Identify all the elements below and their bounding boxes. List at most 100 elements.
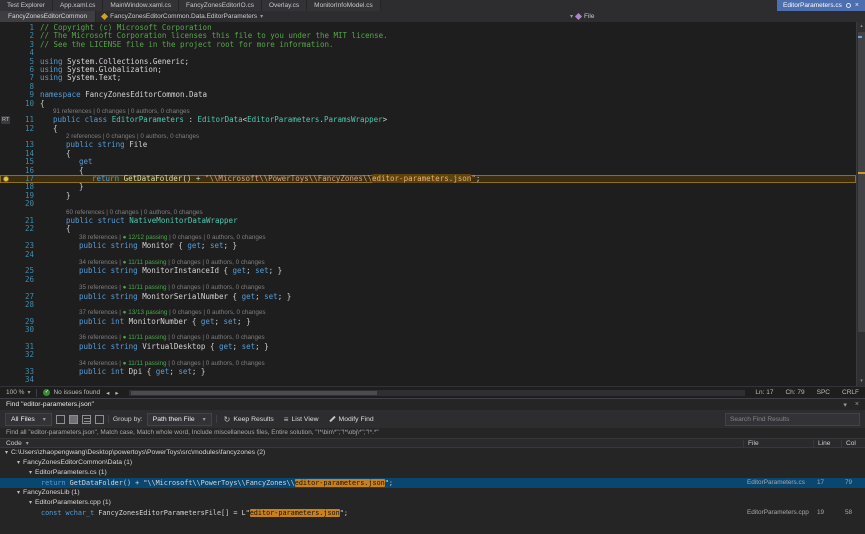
expander-icon[interactable]: ▾ (5, 448, 8, 458)
code-line[interactable]: 7using System.Text; (0, 74, 856, 82)
code-line[interactable]: 9namespace FancyZonesEditorCommon.Data (0, 91, 856, 99)
find-result-row[interactable]: const wchar_t FancyZonesEditorParameters… (0, 508, 865, 518)
member-dropdown[interactable]: ▾ File (570, 11, 595, 22)
type-dropdown[interactable]: FancyZonesEditorCommon.Data.EditorParame… (96, 11, 269, 22)
group-by-dropdown[interactable]: Path then File ▾ (147, 413, 212, 426)
scope-dropdown[interactable]: All Files ▾ (5, 413, 52, 426)
keep-results-button[interactable]: ↻ Keep Results (221, 413, 277, 426)
pin-icon[interactable] (846, 3, 851, 8)
glyph-margin[interactable] (0, 66, 14, 74)
code-line[interactable]: 14{ (0, 150, 856, 158)
glyph-margin[interactable] (0, 276, 14, 284)
glyph-margin[interactable] (0, 158, 14, 166)
editor-tab[interactable]: Overlay.cs (262, 0, 307, 11)
zoom-selector[interactable]: 100 % ▾ (6, 389, 30, 396)
find-tree-node[interactable]: ▾EditorParameters.cpp (1) (0, 498, 865, 508)
glyph-margin[interactable]: RT (0, 116, 14, 124)
nav-back-icon[interactable]: ◂ (106, 389, 109, 397)
chevron-down-icon[interactable]: ▾ (843, 401, 847, 409)
code-line[interactable]: 33public int Dpi { get; set; } (0, 368, 856, 376)
glyph-margin[interactable] (0, 301, 14, 309)
glyph-margin[interactable] (0, 133, 14, 141)
code-line[interactable]: 25public string MonitorInstanceId { get;… (0, 267, 856, 275)
editor-tab[interactable]: App.xaml.cs (53, 0, 103, 11)
glyph-margin[interactable] (0, 32, 14, 40)
spaces-indicator[interactable]: SPC (817, 389, 830, 396)
code-line[interactable]: 32 (0, 351, 856, 359)
find-result-row[interactable]: return GetDataFolder() + "\\Microsoft\\P… (0, 478, 865, 488)
code-line[interactable]: 28 (0, 301, 856, 309)
glyph-margin[interactable] (0, 242, 14, 250)
glyph-margin[interactable] (0, 74, 14, 82)
code-line[interactable]: 18} (0, 183, 856, 191)
editor-tab[interactable]: MainWindow.xaml.cs (103, 0, 179, 11)
code-line[interactable]: 17return GetDataFolder() + "\\Microsoft\… (0, 175, 856, 183)
scrollbar-thumb[interactable] (858, 32, 865, 332)
search-find-results-box[interactable] (725, 413, 860, 426)
expander-icon[interactable]: ▾ (29, 498, 32, 508)
glyph-margin[interactable] (0, 251, 14, 259)
code-line[interactable]: 23public string Monitor { get; set; } (0, 242, 856, 250)
glyph-margin[interactable] (0, 192, 14, 200)
glyph-margin[interactable] (0, 91, 14, 99)
code-line[interactable]: 10{ (0, 100, 856, 108)
glyph-margin[interactable] (0, 200, 14, 208)
glyph-margin[interactable] (0, 293, 14, 301)
column-code[interactable]: Code ▾ (0, 440, 743, 447)
code-line[interactable]: 26 (0, 276, 856, 284)
lightbulb-icon[interactable] (3, 176, 9, 182)
code-line[interactable]: 15get (0, 158, 856, 166)
glyph-margin[interactable] (0, 100, 14, 108)
find-tree-node[interactable]: ▾C:\Users\zhaopengwang\Desktop\powertoys… (0, 448, 865, 458)
glyph-margin[interactable] (0, 225, 14, 233)
glyph-margin[interactable] (0, 259, 14, 267)
glyph-margin[interactable] (0, 343, 14, 351)
glyph-margin[interactable] (0, 167, 14, 175)
glyph-margin[interactable] (0, 284, 14, 292)
expander-icon[interactable]: ▾ (17, 458, 20, 468)
code-line[interactable]: 12{ (0, 125, 856, 133)
find-tree-node[interactable]: ▾FancyZonesLib (1) (0, 488, 865, 498)
expander-icon[interactable]: ▾ (17, 488, 20, 498)
glyph-margin[interactable] (0, 125, 14, 133)
eol-indicator[interactable]: CRLF (842, 389, 859, 396)
glyph-margin[interactable] (0, 41, 14, 49)
scrollbar-up-icon[interactable]: ▴ (857, 22, 865, 31)
modify-find-button[interactable]: Modify Find (326, 413, 377, 426)
glyph-margin[interactable] (0, 49, 14, 57)
close-icon[interactable]: × (855, 0, 859, 11)
glyph-margin[interactable] (0, 234, 14, 242)
scrollbar-thumb[interactable] (131, 391, 378, 395)
clear-results-icon[interactable] (95, 415, 104, 424)
column-line[interactable]: Line (813, 440, 841, 447)
code-line[interactable]: 13public string File (0, 141, 856, 149)
glyph-margin[interactable] (0, 267, 14, 275)
glyph-margin[interactable] (0, 150, 14, 158)
expander-icon[interactable]: ▾ (29, 468, 32, 478)
nav-forward-icon[interactable]: ▸ (115, 389, 118, 397)
code-line[interactable]: 19} (0, 192, 856, 200)
list-view-button[interactable]: ≡ List View (281, 413, 322, 426)
editor-horizontal-scrollbar[interactable] (129, 390, 746, 396)
preview-icon[interactable] (69, 415, 78, 424)
project-dropdown[interactable]: FancyZonesEditorCommon (0, 11, 96, 22)
code-line[interactable]: 3// See the LICENSE file in the project … (0, 41, 856, 49)
code-line[interactable]: RT11public class EditorParameters : Edit… (0, 116, 856, 124)
code-line[interactable]: 30 (0, 326, 856, 334)
code-line[interactable]: 29public int MonitorNumber { get; set; } (0, 318, 856, 326)
scrollbar-down-icon[interactable]: ▾ (857, 377, 865, 386)
glyph-margin[interactable] (0, 183, 14, 191)
editor-tab[interactable]: MonitorInfoModel.cs (307, 0, 381, 11)
column-file[interactable]: File (743, 440, 813, 447)
glyph-margin[interactable] (0, 318, 14, 326)
glyph-margin[interactable] (0, 141, 14, 149)
glyph-margin[interactable] (0, 326, 14, 334)
column-col[interactable]: Col (841, 440, 865, 447)
code-line[interactable]: 22{ (0, 225, 856, 233)
find-tree-node[interactable]: ▾EditorParameters.cs (1) (0, 468, 865, 478)
glyph-margin[interactable] (0, 309, 14, 317)
code-line[interactable]: 31public string VirtualDesktop { get; se… (0, 343, 856, 351)
glyph-margin[interactable] (0, 376, 14, 384)
glyph-margin[interactable] (0, 360, 14, 368)
code-line[interactable]: 6using System.Globalization; (0, 66, 856, 74)
